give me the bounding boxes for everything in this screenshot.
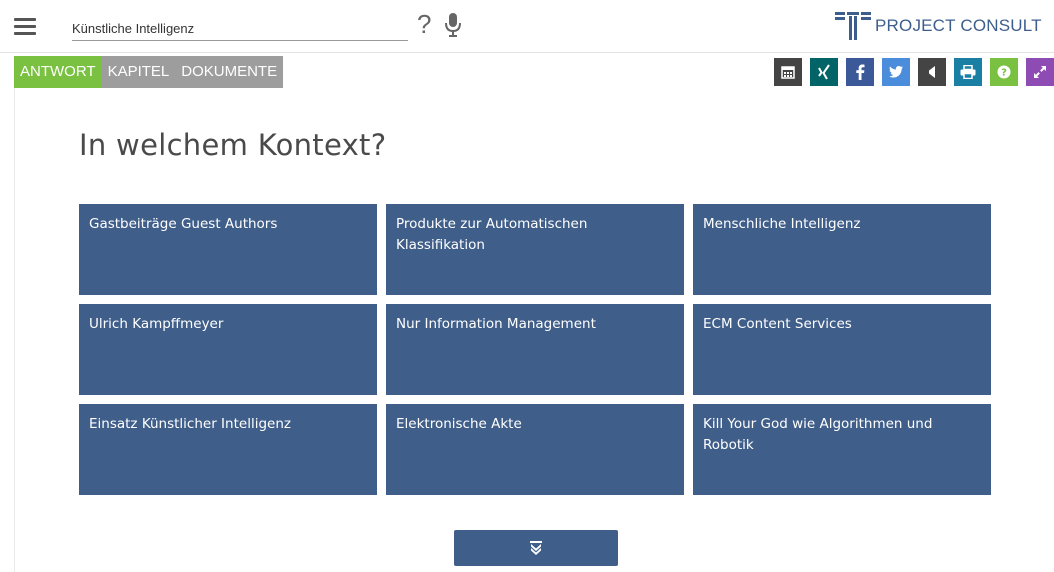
- question-icon: ?: [997, 65, 1011, 79]
- facebook-button[interactable]: [846, 58, 874, 86]
- search-input[interactable]: [72, 14, 402, 42]
- load-more-button[interactable]: [454, 530, 618, 566]
- context-card-kill-your-god[interactable]: Kill Your God wie Algorithmen und Roboti…: [693, 404, 991, 495]
- context-card-ulrich-kampffmeyer[interactable]: Ulrich Kampffmeyer: [79, 304, 377, 395]
- context-card-einsatz-ki[interactable]: Einsatz Künstlicher Intelligenz: [79, 404, 377, 495]
- page: ? PROJECT CONSULT ANTWORT K: [0, 0, 1054, 572]
- xing-icon: [818, 64, 830, 80]
- project-consult-logo[interactable]: PROJECT CONSULT: [835, 8, 1042, 44]
- double-chevron-down-icon: [530, 541, 542, 555]
- context-grid: Gastbeiträge Guest Authors Produkte zur …: [79, 204, 991, 495]
- tab-kapitel[interactable]: KAPITEL: [101, 56, 176, 88]
- print-button[interactable]: [954, 58, 982, 86]
- fullscreen-button[interactable]: [1026, 58, 1054, 86]
- facebook-icon: [856, 64, 865, 80]
- calendar-button[interactable]: [774, 58, 802, 86]
- calendar-icon: [781, 66, 795, 79]
- context-card-ecm-content-services[interactable]: ECM Content Services: [693, 304, 991, 395]
- svg-text:?: ?: [1001, 68, 1007, 79]
- expand-icon: [1034, 66, 1046, 78]
- search-box: [72, 14, 408, 42]
- context-card-menschliche-intelligenz[interactable]: Menschliche Intelligenz: [693, 204, 991, 295]
- share-toolbar: ?: [766, 58, 1054, 86]
- context-card-gastbeitraege[interactable]: Gastbeiträge Guest Authors: [79, 204, 377, 295]
- read-aloud-button[interactable]: [918, 58, 946, 86]
- faq-button[interactable]: ?: [990, 58, 1018, 86]
- xing-button[interactable]: [810, 58, 838, 86]
- speaker-icon: [929, 66, 935, 78]
- twitter-button[interactable]: [882, 58, 910, 86]
- twitter-icon: [889, 66, 903, 78]
- context-card-information-management[interactable]: Nur Information Management: [386, 304, 684, 395]
- page-title: In welchem Kontext?: [79, 128, 387, 162]
- hamburger-menu-icon[interactable]: [14, 18, 36, 36]
- view-tabs: ANTWORT KAPITEL DOKUMENTE: [14, 56, 284, 88]
- top-bar: ? PROJECT CONSULT: [0, 0, 1054, 53]
- tab-antwort[interactable]: ANTWORT: [14, 56, 102, 88]
- help-question-icon[interactable]: ?: [417, 10, 431, 38]
- microphone-icon[interactable]: [444, 12, 462, 38]
- logo-mark-icon: [835, 12, 871, 40]
- logo-text: PROJECT CONSULT: [875, 16, 1042, 35]
- tab-dokumente[interactable]: DOKUMENTE: [175, 56, 284, 88]
- context-card-elektronische-akte[interactable]: Elektronische Akte: [386, 404, 684, 495]
- print-icon: [960, 65, 976, 79]
- context-card-produkte-klassifikation[interactable]: Produkte zur Automatischen Klassifikatio…: [386, 204, 684, 295]
